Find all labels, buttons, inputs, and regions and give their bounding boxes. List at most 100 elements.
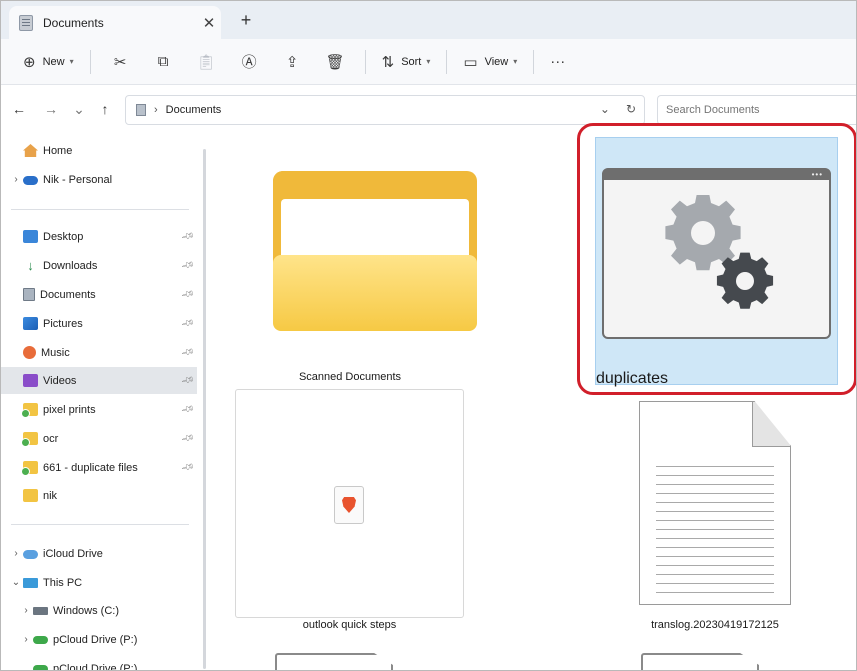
file-item-outlook-quick-steps[interactable] <box>235 389 464 618</box>
tab-documents[interactable]: Documents ✕ <box>9 6 221 39</box>
pin-icon[interactable]: 📌︎ <box>180 258 195 273</box>
sidebar-item-label: pCloud Drive (P:) <box>53 662 138 671</box>
sidebar-item-desktop[interactable]: Desktop 📌︎ <box>1 223 197 250</box>
recent-locations-button[interactable]: ⌄ <box>69 101 89 118</box>
onedrive-icon <box>23 176 38 185</box>
pin-icon[interactable]: 📌︎ <box>180 402 195 417</box>
sidebar-item-duplicate-files[interactable]: 661 - duplicate files 📌︎ <box>1 454 197 481</box>
chevron-right-icon[interactable]: › <box>9 174 23 185</box>
toolbar-divider <box>364 49 366 74</box>
pin-icon[interactable]: 📌︎ <box>180 460 195 475</box>
sidebar-item-nik[interactable]: nik <box>1 482 197 509</box>
folder-thumbnail <box>235 137 477 367</box>
file-item-partial[interactable] <box>641 653 759 670</box>
address-bar[interactable]: › Documents ⌄ ↻ <box>125 95 645 125</box>
sidebar-item-music[interactable]: Music 📌︎ <box>1 339 197 366</box>
pictures-icon <box>23 317 38 330</box>
view-button[interactable]: ▭ View ▾ <box>455 47 525 77</box>
file-name: outlook quick steps <box>302 619 397 631</box>
paste-button[interactable]: 📋︎ <box>185 47 228 77</box>
file-item-duplicates[interactable]: ••• duplicates <box>595 137 838 387</box>
sidebar-item-videos[interactable]: Videos 📌︎ <box>1 367 197 394</box>
pin-icon[interactable]: 📌︎ <box>180 373 195 388</box>
pcloud-icon <box>33 664 48 670</box>
sidebar-scrollbar[interactable] <box>203 149 206 669</box>
file-explorer-window: Documents ✕ + ⊕ New ▾ ✂ ⧉ 📋︎ Ⓐ ⇪ 🗑︎ ⇅ So… <box>0 0 857 671</box>
new-button[interactable]: ⊕ New ▾ <box>15 47 82 77</box>
sidebar-item-label: Desktop <box>43 230 84 243</box>
folder-icon <box>23 489 38 502</box>
view-label: View <box>484 55 509 68</box>
chevron-down-icon[interactable]: ⌄ <box>9 577 23 588</box>
pin-icon[interactable]: 📌︎ <box>180 345 195 360</box>
pin-icon[interactable]: 📌︎ <box>180 431 195 446</box>
up-button[interactable]: ↑ <box>95 101 115 117</box>
sidebar-item-this-pc[interactable]: ⌄ This PC <box>1 569 197 596</box>
address-row: ← → ⌄ ↑ › Documents ⌄ ↻ <box>1 85 856 135</box>
cut-button[interactable]: ✂ <box>99 47 142 77</box>
documents-icon <box>19 14 33 31</box>
sidebar-item-label: nik <box>43 489 58 502</box>
sidebar-item-label: iCloud Drive <box>43 547 103 560</box>
sidebar-item-icloud-drive[interactable]: › iCloud Drive <box>1 540 197 567</box>
copy-button[interactable]: ⧉ <box>142 47 185 77</box>
folder-icon <box>273 171 477 331</box>
home-icon <box>23 144 38 157</box>
close-tab-icon[interactable]: ✕ <box>197 14 221 32</box>
chevron-down-icon: ▾ <box>426 57 431 66</box>
sidebar-item-label: pixel prints <box>43 403 96 416</box>
sidebar-divider <box>11 524 189 525</box>
pc-icon <box>23 577 38 588</box>
text-file-icon[interactable] <box>639 401 791 605</box>
file-item-scanned-documents[interactable]: Scanned Documents <box>235 137 477 383</box>
sidebar-item-downloads[interactable]: ↓ Downloads 📌︎ <box>1 252 197 279</box>
toolbar-divider <box>89 49 91 74</box>
sidebar-item-label: ocr <box>43 432 59 445</box>
sort-button[interactable]: ⇅ Sort ▾ <box>374 47 439 77</box>
pin-icon[interactable]: 📌︎ <box>180 229 195 244</box>
file-item-partial[interactable] <box>275 653 393 670</box>
forward-button[interactable]: → <box>41 101 61 117</box>
chevron-right-icon[interactable]: › <box>19 634 33 645</box>
toolbar-divider <box>446 49 448 74</box>
chevron-down-icon: ▾ <box>69 57 74 66</box>
pin-icon[interactable]: 📌︎ <box>180 316 195 331</box>
address-history-icon[interactable]: ⌄ <box>600 102 610 116</box>
chevron-right-icon[interactable]: › <box>19 605 33 616</box>
more-options-button[interactable]: ··· <box>542 47 573 77</box>
rename-button[interactable]: Ⓐ <box>228 47 271 77</box>
sidebar-item-windows-c[interactable]: › Windows (C:) <box>1 597 197 624</box>
documents-icon <box>136 104 146 116</box>
sidebar-item-pictures[interactable]: Pictures 📌︎ <box>1 310 197 337</box>
file-name: duplicates <box>596 370 669 387</box>
sidebar-item-nik-personal[interactable]: › Nik - Personal <box>1 166 197 193</box>
back-button[interactable]: ← <box>9 101 29 117</box>
new-label: New <box>42 55 65 68</box>
sidebar-item-pixel-prints[interactable]: pixel prints 📌︎ <box>1 396 197 423</box>
navigation-pane: Home › Nik - Personal Desktop 📌︎ ↓ Downl… <box>1 135 207 671</box>
pin-icon[interactable]: 📌︎ <box>180 287 195 302</box>
sidebar-item-label: 661 - duplicate files <box>43 461 138 474</box>
sidebar-item-label: Documents <box>40 288 96 301</box>
sidebar-item-home[interactable]: Home <box>1 137 197 164</box>
documents-icon <box>23 288 35 301</box>
sidebar-item-documents[interactable]: Documents 📌︎ <box>1 281 197 308</box>
breadcrumb-documents[interactable]: Documents <box>166 104 222 116</box>
share-button[interactable]: ⇪ <box>271 47 314 77</box>
search-input[interactable] <box>657 95 856 125</box>
drive-icon <box>33 606 48 615</box>
trash-icon: 🗑︎ <box>325 53 345 71</box>
sidebar-item-label: Videos <box>43 374 77 387</box>
chevron-right-icon[interactable]: › <box>9 548 23 559</box>
sidebar-item-ocr[interactable]: ocr 📌︎ <box>1 425 197 452</box>
sort-label: Sort <box>401 55 422 68</box>
sidebar-item-label: Music <box>41 346 70 359</box>
sidebar-item-pcloud-drive-2[interactable]: pCloud Drive (P:) <box>1 655 197 671</box>
refresh-icon[interactable]: ↻ <box>626 102 636 116</box>
pcloud-icon <box>33 635 48 644</box>
sidebar-item-pcloud-drive[interactable]: › pCloud Drive (P:) <box>1 626 197 653</box>
sidebar-item-label: Windows (C:) <box>53 604 120 617</box>
delete-button[interactable]: 🗑︎ <box>314 47 357 77</box>
new-tab-button[interactable]: + <box>233 10 259 31</box>
sidebar-item-label: Home <box>43 144 73 157</box>
